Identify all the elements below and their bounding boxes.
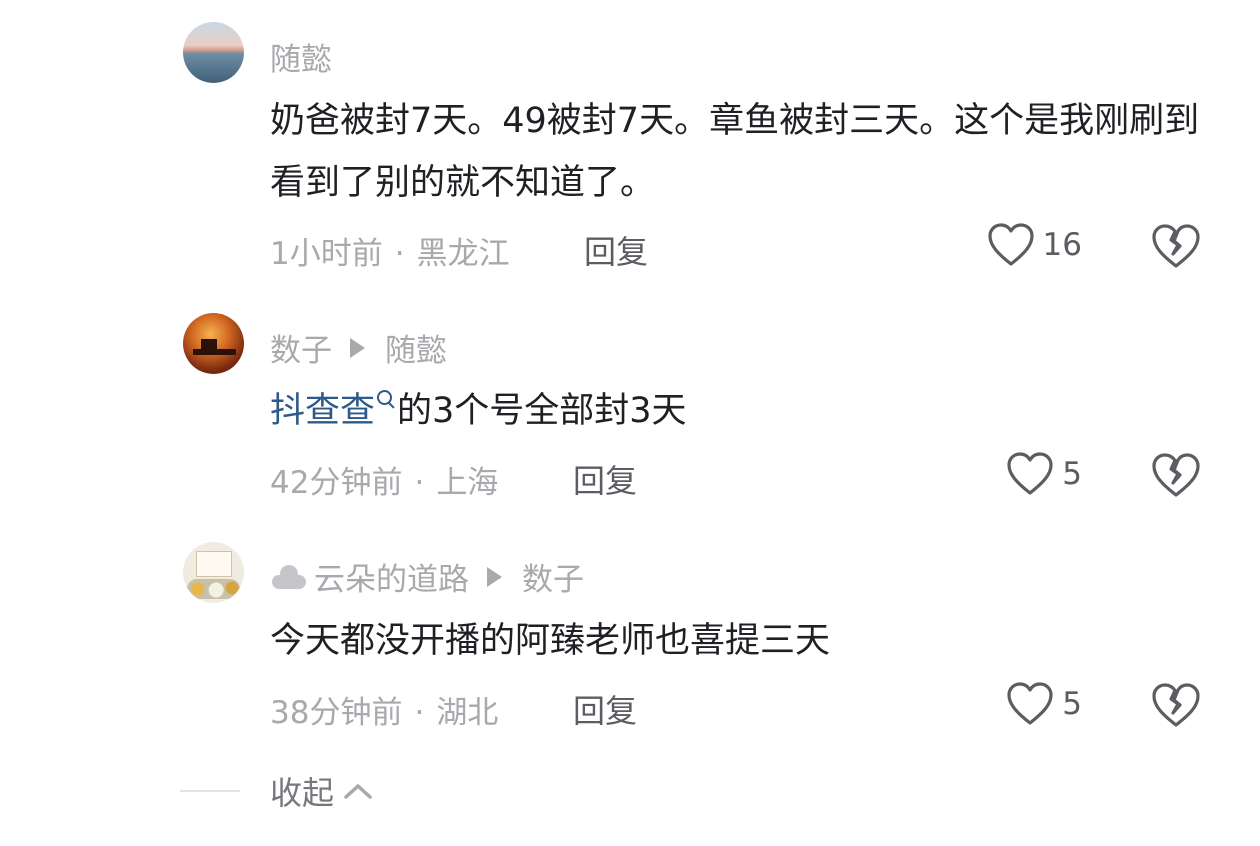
avatar-flowers: [187, 579, 240, 599]
cloud-icon: [270, 564, 308, 589]
like-count: 16: [1042, 227, 1082, 263]
comment-location: 黑龙江: [416, 236, 510, 272]
comment-location: 上海: [436, 465, 499, 501]
like-button[interactable]: 16: [987, 222, 1082, 268]
chevron-up-icon[interactable]: [340, 779, 376, 803]
comment-author: 数子 随懿: [270, 325, 447, 370]
like-button[interactable]: 5: [1006, 681, 1082, 727]
comment-author: 云朵的道路 数子: [270, 554, 584, 599]
avatar-card: [196, 551, 232, 577]
like-count: 5: [1062, 456, 1082, 492]
reply-button[interactable]: 回复: [573, 456, 637, 502]
comment-meta: 42分钟前 · 上海: [270, 457, 498, 502]
avatar[interactable]: [183, 313, 244, 374]
play-triangle-icon: [350, 337, 365, 358]
heart-outline-icon[interactable]: [1006, 681, 1054, 727]
collapse-divider: [180, 790, 240, 792]
collapse-label[interactable]: 收起: [270, 768, 334, 814]
avatar[interactable]: [183, 22, 244, 83]
reply-button[interactable]: 回复: [584, 227, 648, 273]
mention-link[interactable]: 抖查查: [270, 391, 375, 431]
comment-text: 今天都没开播的阿臻老师也喜提三天: [270, 621, 831, 661]
meta-separator: ·: [414, 695, 425, 731]
play-triangle-icon: [487, 566, 502, 587]
author-name[interactable]: 数子: [270, 325, 332, 370]
broken-heart-icon[interactable]: [1150, 451, 1202, 499]
comment-meta: 1小时前 · 黑龙江: [270, 228, 510, 273]
comment-time: 42分钟前: [270, 465, 403, 501]
comment-text: 抖查查 的3个号全部封3天: [270, 380, 1200, 442]
avatar-pier: [193, 349, 236, 355]
reply-button[interactable]: 回复: [573, 686, 637, 732]
heart-outline-icon[interactable]: [987, 222, 1035, 268]
comment-text: 奶爸被封7天。49被封7天。章鱼被封三天。这个是我刚刷到看到了别的就不知道了。: [270, 101, 1200, 203]
comment-location: 湖北: [436, 695, 499, 731]
avatar-hut: [201, 339, 217, 349]
author-name[interactable]: 云朵的道路: [314, 554, 469, 599]
comment-author[interactable]: 随懿: [270, 34, 332, 79]
comment-body: 的3个号全部封3天: [397, 391, 687, 431]
author-name[interactable]: 随懿: [270, 34, 332, 79]
meta-separator: ·: [394, 236, 405, 272]
heart-outline-icon[interactable]: [1006, 451, 1054, 497]
avatar[interactable]: [183, 542, 244, 603]
like-count: 5: [1062, 686, 1082, 722]
meta-separator: ·: [414, 465, 425, 501]
reply-to-name[interactable]: 数子: [522, 554, 584, 599]
comment-meta: 38分钟前 · 湖北: [270, 687, 498, 732]
comment-time: 1小时前: [270, 236, 383, 272]
broken-heart-icon[interactable]: [1150, 681, 1202, 729]
reply-to-name[interactable]: 随懿: [385, 325, 447, 370]
collapse-replies-button[interactable]: 收起: [180, 768, 376, 814]
broken-heart-icon[interactable]: [1150, 222, 1202, 270]
search-icon: [375, 388, 397, 412]
comment-time: 38分钟前: [270, 695, 403, 731]
like-button[interactable]: 5: [1006, 451, 1082, 497]
